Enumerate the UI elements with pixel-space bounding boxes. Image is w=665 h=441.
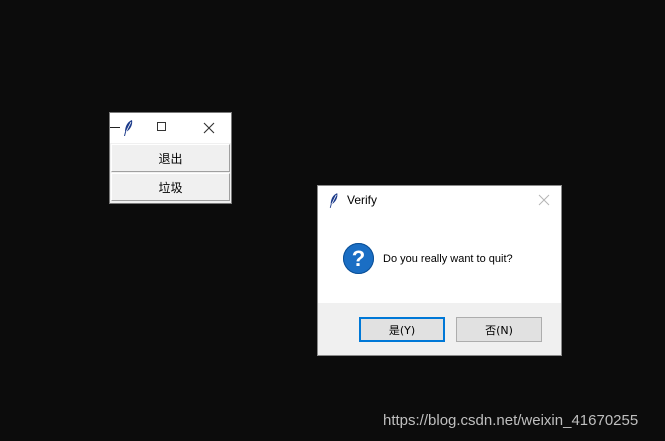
trash-button[interactable]: 垃圾 bbox=[111, 173, 230, 201]
close-icon bbox=[203, 122, 215, 134]
close-icon[interactable] bbox=[538, 194, 550, 206]
yes-button[interactable]: 是(Y) bbox=[359, 317, 445, 342]
verify-dialog: Verify ? Do you really want to quit? 是(Y… bbox=[318, 186, 561, 355]
dialog-title: Verify bbox=[347, 193, 378, 207]
tk-titlebar[interactable] bbox=[110, 113, 231, 143]
dialog-footer: 是(Y) 否(N) bbox=[318, 303, 561, 355]
close-button[interactable] bbox=[194, 113, 222, 143]
minimize-icon[interactable] bbox=[110, 127, 120, 128]
maximize-button[interactable] bbox=[148, 113, 176, 143]
quit-button[interactable]: 退出 bbox=[111, 144, 230, 172]
dialog-message: Do you really want to quit? bbox=[383, 253, 513, 265]
watermark: https://blog.csdn.net/weixin_41670255 bbox=[383, 412, 639, 429]
question-icon: ? bbox=[343, 243, 374, 274]
feather-icon bbox=[329, 193, 338, 208]
tk-window: 退出 垃圾 bbox=[110, 113, 231, 203]
feather-icon bbox=[124, 120, 133, 136]
desktop: 退出 垃圾 Verify ? Do you really want to qui… bbox=[0, 0, 665, 441]
maximize-icon bbox=[157, 122, 166, 131]
dialog-titlebar[interactable]: Verify bbox=[318, 186, 561, 214]
no-button[interactable]: 否(N) bbox=[456, 317, 542, 342]
